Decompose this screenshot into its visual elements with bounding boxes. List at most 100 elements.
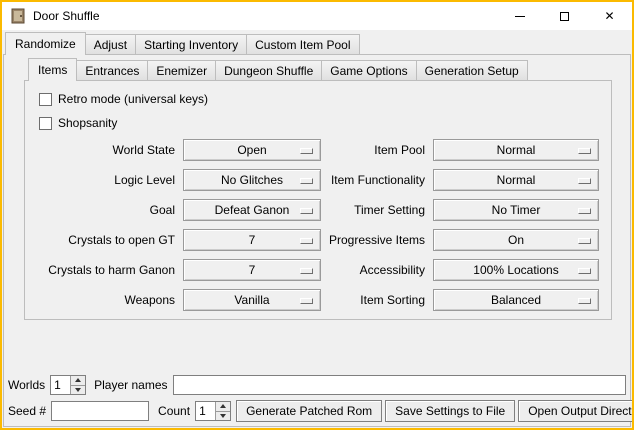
crystals-open-gt-dropdown[interactable]: 7: [183, 229, 321, 251]
progressive-items-dropdown[interactable]: On: [433, 229, 599, 251]
weapons-label: Weapons: [25, 293, 183, 307]
spin-buttons: [70, 376, 85, 394]
close-button[interactable]: ✕: [587, 2, 632, 30]
item-pool-label: Item Pool: [321, 143, 433, 157]
crystals-harm-ganon-dropdown[interactable]: 7: [183, 259, 321, 281]
spin-down-icon[interactable]: [216, 411, 230, 421]
progressive-items-value: On: [508, 233, 524, 247]
dropdown-indicator-icon: [578, 238, 591, 244]
timer-setting-dropdown[interactable]: No Timer: [433, 199, 599, 221]
dropdown-indicator-icon: [578, 178, 591, 184]
minimize-icon: [515, 16, 525, 17]
item-pool-dropdown[interactable]: Normal: [433, 139, 599, 161]
item-pool-value: Normal: [497, 143, 536, 157]
item-functionality-value: Normal: [497, 173, 536, 187]
dropdown-indicator-icon: [300, 298, 313, 304]
checkbox-icon[interactable]: [39, 117, 52, 130]
shopsanity-label: Shopsanity: [58, 116, 117, 130]
logic-level-label: Logic Level: [25, 173, 183, 187]
crystals-harm-ganon-label: Crystals to harm Ganon: [25, 263, 183, 277]
logic-level-value: No Glitches: [221, 173, 283, 187]
dropdown-indicator-icon: [300, 178, 313, 184]
window-controls: ✕: [497, 2, 632, 30]
item-sorting-label: Item Sorting: [321, 293, 433, 307]
dropdown-indicator-icon: [300, 208, 313, 214]
tab-starting-inventory[interactable]: Starting Inventory: [135, 34, 247, 55]
count-label: Count: [158, 404, 190, 418]
world-state-dropdown[interactable]: Open: [183, 139, 321, 161]
open-output-directory-button[interactable]: Open Output Directory: [518, 400, 634, 422]
timer-setting-label: Timer Setting: [321, 203, 433, 217]
dropdown-indicator-icon: [300, 268, 313, 274]
checkbox-icon[interactable]: [39, 93, 52, 106]
crystals-open-gt-label: Crystals to open GT: [25, 233, 183, 247]
titlebar[interactable]: Door Shuffle ✕: [2, 2, 632, 30]
worlds-input[interactable]: [51, 376, 70, 394]
tab-game-options[interactable]: Game Options: [321, 60, 416, 81]
maximize-button[interactable]: [542, 2, 587, 30]
retro-mode-checkbox[interactable]: Retro mode (universal keys): [25, 87, 611, 111]
minimize-button[interactable]: [497, 2, 542, 30]
goal-label: Goal: [25, 203, 183, 217]
tab-items[interactable]: Items: [28, 58, 77, 81]
weapons-dropdown[interactable]: Vanilla: [183, 289, 321, 311]
player-names-input[interactable]: [173, 375, 627, 395]
items-pane: Retro mode (universal keys) Shopsanity W…: [24, 80, 612, 320]
seed-label: Seed #: [8, 404, 46, 418]
player-names-label: Player names: [94, 378, 167, 392]
tab-entrances[interactable]: Entrances: [76, 60, 148, 81]
progressive-items-label: Progressive Items: [321, 233, 433, 247]
weapons-value: Vanilla: [234, 293, 269, 307]
goal-value: Defeat Ganon: [215, 203, 290, 217]
item-sorting-dropdown[interactable]: Balanced: [433, 289, 599, 311]
dropdown-indicator-icon: [300, 238, 313, 244]
door-shuffle-window: Door Shuffle ✕ Randomize Adjust Starting…: [0, 0, 634, 430]
spin-up-icon[interactable]: [71, 376, 85, 385]
worlds-label: Worlds: [8, 378, 45, 392]
retro-mode-label: Retro mode (universal keys): [58, 92, 208, 106]
dropdown-indicator-icon: [578, 148, 591, 154]
maximize-icon: [560, 12, 569, 21]
option-row: Crystals to harm Ganon 7 Accessibility 1…: [25, 255, 611, 285]
accessibility-dropdown[interactable]: 100% Locations: [433, 259, 599, 281]
option-row: World State Open Item Pool Normal: [25, 135, 611, 165]
dropdown-indicator-icon: [300, 148, 313, 154]
count-input[interactable]: [196, 402, 215, 420]
close-icon: ✕: [604, 10, 614, 22]
accessibility-label: Accessibility: [321, 263, 433, 277]
crystals-open-gt-value: 7: [249, 233, 256, 247]
goal-dropdown[interactable]: Defeat Ganon: [183, 199, 321, 221]
dropdown-indicator-icon: [578, 298, 591, 304]
dropdown-indicator-icon: [578, 268, 591, 274]
shopsanity-checkbox[interactable]: Shopsanity: [25, 111, 611, 135]
seed-input[interactable]: [51, 401, 149, 421]
generate-patched-rom-button[interactable]: Generate Patched Rom: [236, 400, 382, 422]
world-state-value: Open: [237, 143, 266, 157]
worlds-spinbox[interactable]: [50, 375, 86, 395]
main-tab-bar: Randomize Adjust Starting Inventory Cust…: [5, 32, 359, 55]
options-grid: World State Open Item Pool Normal Logic …: [25, 135, 611, 315]
spin-buttons: [215, 402, 230, 420]
settings-tab-bar: Items Entrances Enemizer Dungeon Shuffle…: [28, 58, 527, 81]
option-row: Weapons Vanilla Item Sorting Balanced: [25, 285, 611, 315]
tab-dungeon-shuffle[interactable]: Dungeon Shuffle: [215, 60, 322, 81]
world-state-label: World State: [25, 143, 183, 157]
window-title: Door Shuffle: [33, 9, 100, 23]
spin-down-icon[interactable]: [71, 385, 85, 395]
tab-generation-setup[interactable]: Generation Setup: [416, 60, 528, 81]
tab-custom-item-pool[interactable]: Custom Item Pool: [246, 34, 359, 55]
spin-up-icon[interactable]: [216, 402, 230, 411]
count-spinbox[interactable]: [195, 401, 231, 421]
logic-level-dropdown[interactable]: No Glitches: [183, 169, 321, 191]
dropdown-indicator-icon: [578, 208, 591, 214]
save-settings-button[interactable]: Save Settings to File: [385, 400, 515, 422]
tab-randomize[interactable]: Randomize: [5, 32, 86, 55]
option-row: Crystals to open GT 7 Progressive Items …: [25, 225, 611, 255]
accessibility-value: 100% Locations: [473, 263, 558, 277]
option-row: Goal Defeat Ganon Timer Setting No Timer: [25, 195, 611, 225]
item-functionality-dropdown[interactable]: Normal: [433, 169, 599, 191]
tab-enemizer[interactable]: Enemizer: [147, 60, 216, 81]
worlds-row: Worlds Player names: [8, 374, 626, 396]
item-sorting-value: Balanced: [491, 293, 541, 307]
tab-adjust[interactable]: Adjust: [85, 34, 136, 55]
